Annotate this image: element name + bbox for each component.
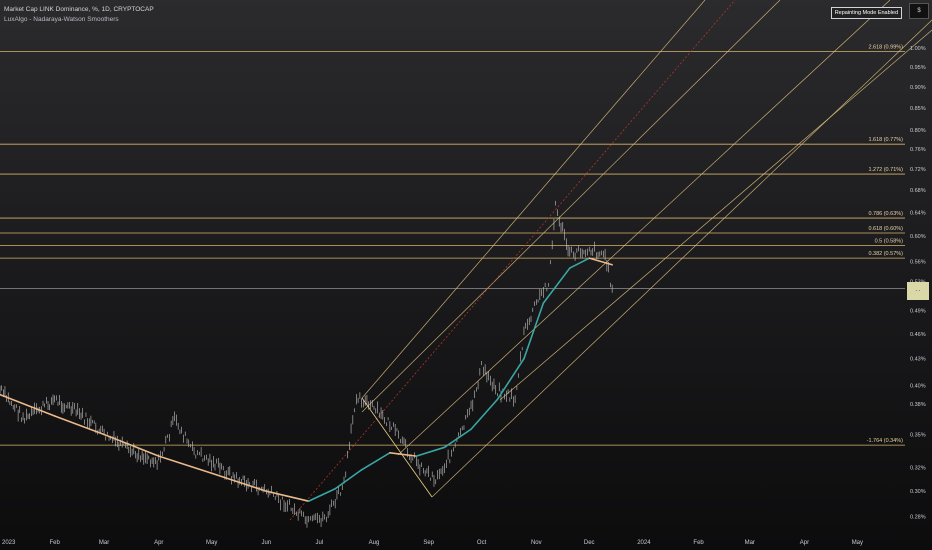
- y-tick-label: 0.32%: [910, 465, 926, 471]
- x-tick-label: Jul: [315, 540, 323, 546]
- channel-line: [397, 0, 891, 456]
- x-tick-label: Dec: [584, 540, 595, 546]
- smoother-segment: [588, 257, 613, 266]
- fib-level-label: 1.618 (0.77%): [868, 137, 903, 143]
- x-tick-label: Sep: [423, 540, 434, 546]
- y-tick-label: 0.46%: [910, 332, 926, 338]
- y-tick-label: 0.72%: [910, 167, 926, 173]
- y-tick-label: 0.64%: [910, 210, 926, 216]
- y-tick-label: 0.68%: [910, 188, 926, 194]
- smoother-segment: [470, 398, 499, 431]
- channel-line: [499, 29, 932, 401]
- y-tick-label: 0.90%: [910, 85, 926, 91]
- y-tick-label: 0.30%: [910, 489, 926, 495]
- y-tick-label: 0.38%: [910, 402, 926, 408]
- x-tick-label: May: [852, 540, 863, 546]
- fib-level-label: 0.618 (0.60%): [868, 226, 903, 232]
- smoother-segment: [443, 428, 472, 449]
- smoother-segment: [307, 487, 336, 502]
- channel-anchor-line: [361, 397, 433, 498]
- y-tick-label: 0.85%: [910, 106, 926, 112]
- x-tick-label: Oct: [477, 540, 487, 546]
- smoother-segment: [542, 267, 571, 304]
- smoother-segment: [334, 468, 363, 490]
- smoother-segment: [360, 451, 391, 471]
- x-tick-label: Aug: [369, 540, 380, 546]
- x-tick-label: 2023: [2, 540, 16, 546]
- y-tick-label: 0.40%: [910, 383, 926, 389]
- repaint-mode-badge: Repainting Mode Enabled: [830, 7, 902, 19]
- fib-level-label: 2.618 (0.99%): [868, 45, 903, 51]
- fib-level-label: -1.764 (0.34%): [867, 438, 904, 444]
- last-price-tag: - -: [907, 282, 929, 300]
- smoother-segment: [157, 455, 213, 475]
- currency-scale-button[interactable]: $: [909, 3, 929, 19]
- x-tick-label: Mar: [745, 540, 755, 546]
- y-tick-label: 0.43%: [910, 357, 926, 363]
- smoother-segment: [210, 472, 268, 493]
- y-tick-label: 0.49%: [910, 309, 926, 315]
- smoother-segment: [265, 490, 310, 502]
- y-tick-label: 0.95%: [910, 65, 926, 71]
- smoother-segment: [496, 357, 525, 401]
- parallel-channel: [289, 0, 932, 521]
- chart-title: Market Cap LINK Dominance, %, 1D, CRYPTO…: [4, 6, 154, 13]
- x-tick-label: Feb: [50, 540, 61, 546]
- smoother-segment: [569, 257, 591, 269]
- x-tick-label: Mar: [99, 540, 109, 546]
- x-tick-label: Apr: [800, 540, 809, 546]
- y-tick-label: 0.56%: [910, 259, 926, 265]
- x-tick-label: May: [206, 540, 217, 546]
- y-tick-label: 1.00%: [910, 46, 926, 52]
- x-tick-label: Nov: [531, 540, 542, 546]
- smoother-segment: [523, 302, 545, 360]
- channel-midline: [289, 0, 736, 521]
- x-tick-label: Apr: [154, 540, 163, 546]
- fib-level-label: 1.272 (0.71%): [868, 167, 903, 173]
- y-tick-label: 0.76%: [910, 147, 926, 153]
- y-tick-label: 0.35%: [910, 432, 926, 438]
- x-tick-label: Jun: [262, 540, 272, 546]
- y-tick-label: 0.80%: [910, 128, 926, 134]
- fib-level-label: 0.382 (0.57%): [868, 251, 903, 257]
- channel-line: [361, 0, 706, 399]
- chart-canvas[interactable]: 2.618 (0.99%) 1.618 (0.77%) 1.272 (0.71%) 0…: [0, 0, 932, 550]
- indicator-label[interactable]: LuxAlgo - Nadaraya-Watson Smoothers: [4, 16, 119, 23]
- y-tick-label: 0.28%: [910, 515, 926, 521]
- channel-line: [361, 0, 781, 413]
- smoother-segment: [415, 446, 446, 457]
- fib-level-label: 0.786 (0.63%): [868, 211, 903, 217]
- nadaraya-watson-smoother: [0, 257, 613, 502]
- x-tick-label: 2024: [637, 540, 651, 546]
- axes: 2023 Feb Mar Apr May Jun Jul Aug Sep Oct Nov Dec 202…: [2, 46, 926, 546]
- x-tick-label: Feb: [693, 540, 704, 546]
- fib-level-label: 0.5 (0.58%): [875, 238, 904, 244]
- fibonacci-levels: 2.618 (0.99%) 1.618 (0.77%) 1.272 (0.71%) 0…: [0, 45, 905, 446]
- y-tick-label: 0.60%: [910, 234, 926, 240]
